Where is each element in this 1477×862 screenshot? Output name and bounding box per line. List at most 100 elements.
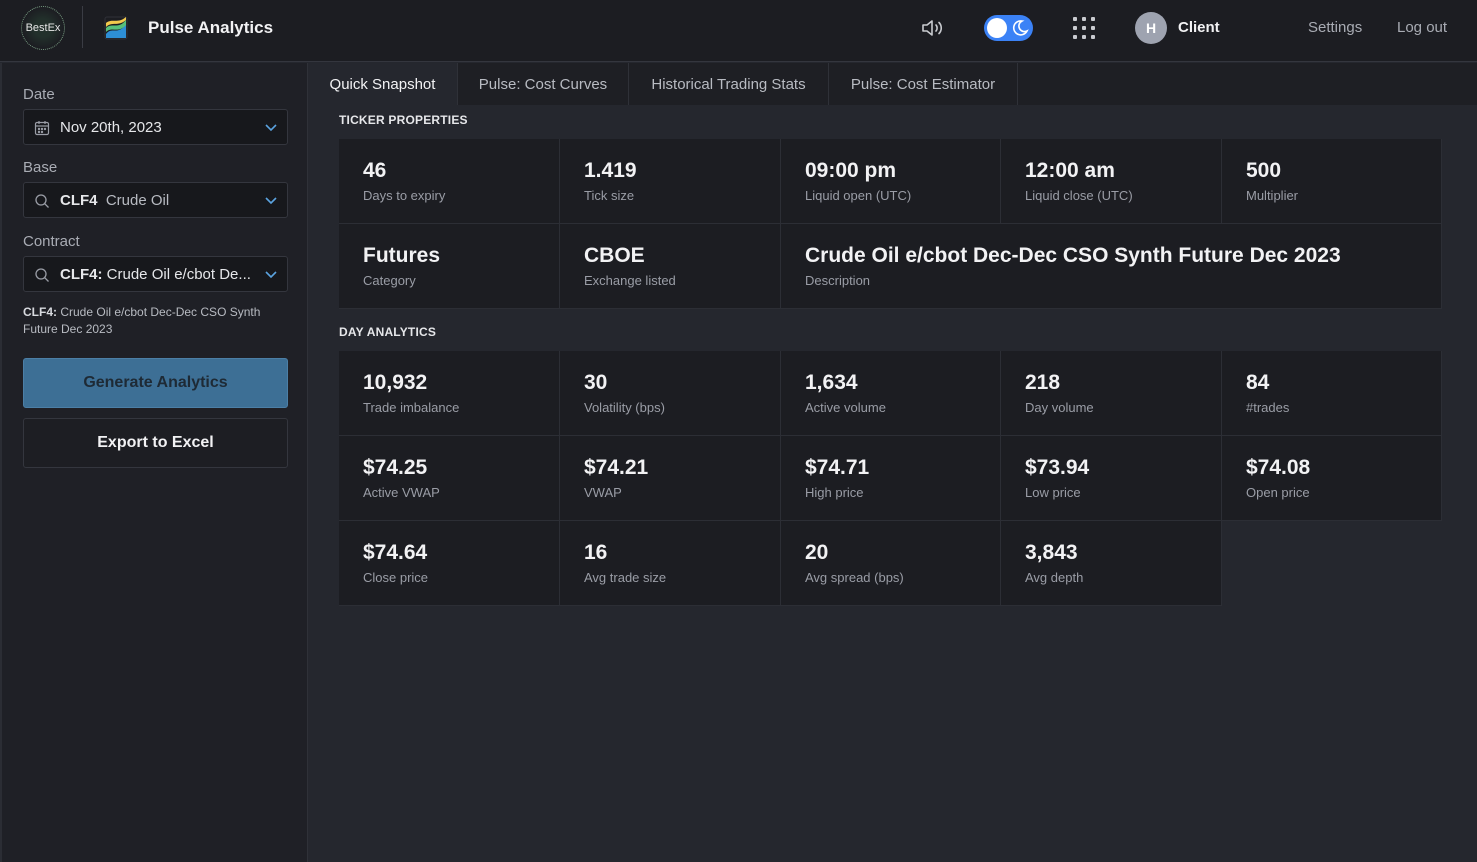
card-value: Crude Oil e/cbot Dec-Dec CSO Synth Futur… <box>805 244 1341 267</box>
card-label: #trades <box>1246 400 1290 415</box>
card-value: 20 <box>805 541 829 564</box>
settings-link[interactable]: Settings <box>1308 19 1362 36</box>
card-label: Active volume <box>805 400 886 415</box>
tab-cost-estimator[interactable]: Pulse: Cost Estimator <box>829 63 1018 105</box>
card-value: 30 <box>584 371 608 394</box>
calendar-icon <box>34 121 50 136</box>
day-card: 30 Volatility (bps) <box>560 351 781 436</box>
card-label: VWAP <box>584 485 622 500</box>
card-value: 12:00 am <box>1025 159 1115 182</box>
speaker-icon[interactable] <box>920 16 946 40</box>
card-label: Description <box>805 273 871 288</box>
card-label: Low price <box>1025 485 1081 500</box>
apps-grid-icon[interactable] <box>1073 17 1095 39</box>
date-value: Nov 20th, 2023 <box>60 119 162 136</box>
app-title: Pulse Analytics <box>148 18 274 37</box>
card-value: 1,634 <box>805 371 858 394</box>
base-label: Base <box>23 159 58 176</box>
ticker-card: CBOE Exchange listed <box>560 224 781 309</box>
card-value: $74.71 <box>805 456 870 479</box>
header-divider <box>82 6 83 48</box>
top-header: BestEx Pulse Analytics H Client Settings… <box>0 0 1477 62</box>
search-icon <box>35 268 49 282</box>
moon-icon <box>1012 20 1029 36</box>
tab-quick-snapshot[interactable]: Quick Snapshot <box>308 63 458 105</box>
day-card: 10,932 Trade imbalance <box>339 351 560 436</box>
day-card: 1,634 Active volume <box>781 351 1001 436</box>
card-value: $73.94 <box>1025 456 1090 479</box>
user-name[interactable]: Client <box>1178 19 1220 36</box>
card-value: 10,932 <box>363 371 428 394</box>
base-value: CLF4 Crude Oil <box>60 192 169 209</box>
toggle-knob <box>987 18 1007 38</box>
ticker-card: 500 Multiplier <box>1222 139 1442 224</box>
contract-desc-code: CLF4: <box>23 305 57 319</box>
contract-select[interactable]: CLF4: Crude Oil e/cbot De... <box>23 256 288 292</box>
day-card: $74.25 Active VWAP <box>339 436 560 521</box>
card-value: 46 <box>363 159 387 182</box>
card-value: CBOE <box>584 244 645 267</box>
base-code: CLF4 <box>60 192 98 209</box>
card-value: $74.64 <box>363 541 428 564</box>
chevron-down-icon <box>265 271 277 279</box>
export-excel-button[interactable]: Export to Excel <box>23 418 288 468</box>
card-value: $74.25 <box>363 456 428 479</box>
day-card: $74.64 Close price <box>339 521 560 606</box>
ticker-properties-title: TICKER PROPERTIES <box>339 113 468 127</box>
ticker-card: 12:00 am Liquid close (UTC) <box>1001 139 1222 224</box>
day-card: 3,843 Avg depth <box>1001 521 1222 606</box>
card-label: High price <box>805 485 864 500</box>
logout-link[interactable]: Log out <box>1397 19 1447 36</box>
ticker-card: 1.419 Tick size <box>560 139 781 224</box>
base-select[interactable]: CLF4 Crude Oil <box>23 182 288 218</box>
card-value: 3,843 <box>1025 541 1078 564</box>
card-label: Day volume <box>1025 400 1094 415</box>
day-card: $74.71 High price <box>781 436 1001 521</box>
card-label: Multiplier <box>1246 188 1299 203</box>
card-label: Active VWAP <box>363 485 440 500</box>
logo-text: BestEx <box>25 22 61 34</box>
card-value: 16 <box>584 541 608 564</box>
card-value: $74.21 <box>584 456 649 479</box>
contract-name: Crude Oil e/cbot De... <box>106 266 251 283</box>
card-label: Liquid close (UTC) <box>1025 188 1133 203</box>
theme-toggle[interactable] <box>984 15 1033 41</box>
day-card: $74.21 VWAP <box>560 436 781 521</box>
day-card: 16 Avg trade size <box>560 521 781 606</box>
card-value: Futures <box>363 244 441 267</box>
date-label: Date <box>23 86 55 103</box>
chevron-down-icon <box>265 197 277 205</box>
chevron-down-icon <box>265 124 277 132</box>
generate-analytics-button[interactable]: Generate Analytics <box>23 358 288 408</box>
ticker-card: 46 Days to expiry <box>339 139 560 224</box>
day-analytics-title: DAY ANALYTICS <box>339 325 437 339</box>
ticker-card: Futures Category <box>339 224 560 309</box>
contract-code: CLF4: <box>60 266 103 283</box>
card-label: Tick size <box>584 188 635 203</box>
card-value: $74.08 <box>1246 456 1311 479</box>
bestex-logo[interactable]: BestEx <box>21 6 65 50</box>
day-card: $74.08 Open price <box>1222 436 1442 521</box>
card-label: Volatility (bps) <box>584 400 665 415</box>
ticker-card: 09:00 pm Liquid open (UTC) <box>781 139 1001 224</box>
card-value: 1.419 <box>584 159 637 182</box>
contract-label: Contract <box>23 233 80 250</box>
card-value: 84 <box>1246 371 1270 394</box>
sidebar: Date Nov 20th, 2023 Base CLF4 Crude Oil … <box>0 63 308 862</box>
card-label: Avg spread (bps) <box>805 570 904 585</box>
ticker-card-description: Crude Oil e/cbot Dec-Dec CSO Synth Futur… <box>781 224 1442 309</box>
tab-historical-trading-stats[interactable]: Historical Trading Stats <box>629 63 829 105</box>
tab-cost-curves[interactable]: Pulse: Cost Curves <box>458 63 629 105</box>
card-label: Exchange listed <box>584 273 676 288</box>
contract-value: CLF4: Crude Oil e/cbot De... <box>60 266 251 283</box>
card-value: 218 <box>1025 371 1061 394</box>
date-picker[interactable]: Nov 20th, 2023 <box>23 109 288 145</box>
day-card: 84 #trades <box>1222 351 1442 436</box>
contract-description: CLF4: Crude Oil e/cbot Dec-Dec CSO Synth… <box>23 304 288 338</box>
contract-desc-text: Crude Oil e/cbot Dec-Dec CSO Synth Futur… <box>23 305 261 336</box>
card-label: Open price <box>1246 485 1310 500</box>
card-label: Close price <box>363 570 429 585</box>
user-avatar[interactable]: H <box>1135 12 1167 44</box>
card-label: Days to expiry <box>363 188 446 203</box>
card-label: Category <box>363 273 416 288</box>
